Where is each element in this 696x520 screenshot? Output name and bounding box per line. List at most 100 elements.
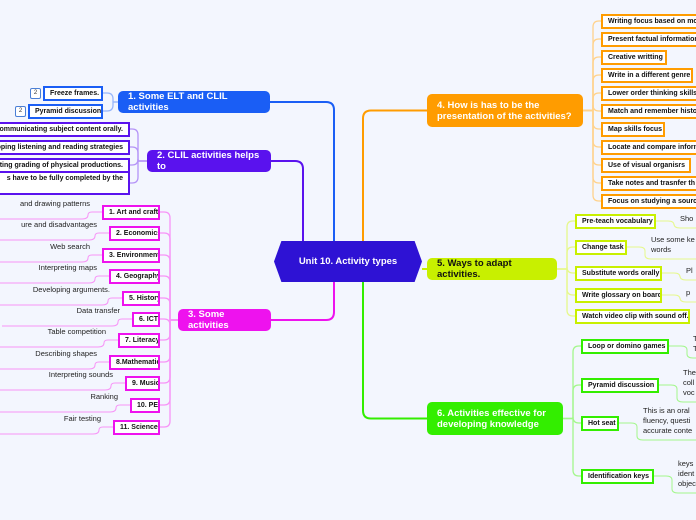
topic-label: 5. Ways to adapt activities.: [437, 258, 512, 280]
subtopic-t4-4[interactable]: Write in a different genre: [601, 67, 693, 83]
subtopic-t1-1[interactable]: Freeze frames.: [43, 85, 103, 101]
subtopic-label: Identification keys: [588, 472, 650, 480]
subtopic-t3-11[interactable]: 11. Science: [113, 419, 160, 435]
branch-connector: [583, 109, 601, 202]
note-underline: [0, 211, 102, 220]
subtopic-label: communicating subject content orally.: [0, 125, 123, 133]
branch-connector: [557, 268, 575, 317]
subtopic-t3-6[interactable]: 6. ICT: [132, 311, 160, 327]
note-underline: [0, 254, 102, 263]
subtopic-label: 9. Music: [132, 379, 160, 387]
connector-t4: [362, 109, 427, 241]
note-text: Table competition: [47, 327, 106, 336]
subtopic-t5-2[interactable]: Change task: [575, 239, 627, 255]
branch-connector: [160, 319, 178, 363]
subtopic-t4-11[interactable]: Focus on studying a source: [601, 193, 696, 209]
subtopic-label: 2. Economics: [116, 229, 160, 237]
subtopic-t2-2[interactable]: oping listening and reading strategies: [0, 139, 130, 155]
subtopic-t5-4[interactable]: Write glossary on board: [575, 287, 662, 303]
note-text: Developing arguments.: [32, 285, 110, 294]
subtopic-t3-4[interactable]: 4. Geography: [109, 268, 160, 284]
note-text: The coll voc: [683, 368, 696, 397]
subtopic-label: 6. ICT: [139, 315, 159, 323]
subtopic-t6-4[interactable]: Identification keys: [581, 468, 654, 484]
subtopic-label: Creative writting: [608, 53, 663, 61]
subtopic-label: Loop or domino games: [588, 342, 666, 350]
subtopic-t4-10[interactable]: Take notes and trasnfer th: [601, 175, 696, 191]
subtopic-t3-3[interactable]: 3. Environment: [102, 247, 160, 263]
topic-label: 4. How is has to be the presentation of …: [437, 99, 572, 122]
note-text: Pl: [686, 266, 693, 275]
topic-t3[interactable]: 3. Some activities: [178, 309, 271, 331]
count-badge[interactable]: 2: [15, 106, 26, 117]
subtopic-t3-5[interactable]: 5. History: [122, 290, 160, 306]
topic-label: 2. CLIL activities helps to: [157, 150, 260, 172]
subtopic-label: rting grading of physical productions.: [0, 161, 123, 169]
note-text: Use some ke words: [651, 235, 695, 254]
note-text: Ranking: [90, 392, 118, 401]
subtopic-label: Map skills focus: [608, 125, 663, 133]
branch-connector: [583, 109, 601, 166]
subtopic-t4-5[interactable]: Lower order thinking skills: [601, 85, 696, 101]
branch-connector: [160, 211, 178, 321]
subtopic-label: Write glossary on board: [582, 291, 662, 299]
subtopic-t4-1[interactable]: Writing focus based on mo: [601, 13, 696, 29]
subtopic-t5-1[interactable]: Pre-teach vocabulary: [575, 213, 656, 229]
subtopic-t6-3[interactable]: Hot seat: [581, 415, 619, 431]
branch-connector: [583, 56, 601, 112]
subtopic-label: Pre-teach vocabulary: [582, 217, 653, 225]
topic-t4[interactable]: 4. How is has to be the presentation of …: [427, 94, 583, 127]
subtopic-label: Take notes and trasnfer th: [608, 179, 696, 187]
subtopic-label: Focus on studying a source: [608, 197, 696, 205]
topic-t1[interactable]: 1. Some ELT and CLIL activities: [118, 91, 270, 113]
subtopic-t4-9[interactable]: Use of visual organisrs: [601, 157, 691, 173]
subtopic-t4-7[interactable]: Map skills focus: [601, 121, 665, 137]
branch-connector: [557, 246, 575, 270]
subtopic-t3-8[interactable]: 8.Mathematics: [109, 354, 160, 370]
topic-t5[interactable]: 5. Ways to adapt activities.: [427, 258, 557, 280]
subtopic-t3-7[interactable]: 7. Literacy: [118, 332, 160, 348]
subtopic-label: Match and remember histor: [608, 107, 696, 115]
branch-connector: [583, 20, 601, 112]
branch-connector: [160, 319, 178, 341]
branch-connector: [563, 384, 581, 420]
subtopic-t6-2[interactable]: Pyramid discussion: [581, 377, 659, 393]
note-text: Describing shapes: [35, 349, 97, 358]
topic-label: 6. Activities effective for developing k…: [437, 407, 546, 430]
subtopic-t3-2[interactable]: 2. Economics: [109, 225, 160, 241]
subtopic-label: 10. PE: [137, 401, 159, 409]
subtopic-t1-2[interactable]: Pyramid discussions.: [28, 103, 103, 119]
subtopic-t3-10[interactable]: 10. PE: [130, 397, 160, 413]
count-badge[interactable]: 2: [30, 88, 41, 99]
subtopic-t3-9[interactable]: 9. Music: [125, 375, 160, 391]
subtopic-t3-1[interactable]: 1. Art and craft: [102, 204, 160, 220]
subtopic-label: 1. Art and craft: [109, 208, 159, 216]
subtopic-t4-6[interactable]: Match and remember histor: [601, 103, 696, 119]
branch-connector: [160, 319, 178, 384]
branch-connector: [583, 109, 601, 130]
subtopic-label: Present factual information: [608, 35, 696, 43]
subtopic-t5-3[interactable]: Substitute words orally: [575, 265, 662, 281]
subtopic-label: Watch video clip with sound off.: [582, 312, 689, 320]
subtopic-t5-5[interactable]: Watch video clip with sound off.: [575, 308, 690, 324]
central-topic[interactable]: Unit 10. Activity types: [274, 241, 422, 282]
subtopic-t4-3[interactable]: Creative writting: [601, 49, 667, 65]
subtopic-t4-2[interactable]: Present factual information: [601, 31, 696, 47]
subtopic-t4-8[interactable]: Locate and compare inform: [601, 139, 696, 155]
branch-connector: [557, 220, 575, 270]
subtopic-label: Write in a different genre: [608, 71, 691, 79]
subtopic-label: Pyramid discussion: [588, 381, 655, 389]
subtopic-t2-1[interactable]: communicating subject content orally.: [0, 121, 130, 137]
subtopic-label: Locate and compare inform: [608, 143, 696, 151]
subtopic-t2-4[interactable]: s have to be fully completed by the: [0, 171, 130, 195]
topic-t2[interactable]: 2. CLIL activities helps to: [147, 150, 271, 172]
subtopic-label: 8.Mathematics: [116, 358, 160, 366]
branch-connector: [160, 254, 178, 321]
note-text: ure and disadvantages: [21, 220, 97, 229]
topic-t6[interactable]: 6. Activities effective for developing k…: [427, 402, 563, 435]
note-underline: [0, 404, 130, 413]
subtopic-label: 5. History: [129, 294, 160, 302]
subtopic-t6-1[interactable]: Loop or domino games: [581, 338, 669, 354]
subtopic-label: 11. Science: [120, 423, 158, 431]
note-text: Sho: [680, 214, 694, 223]
